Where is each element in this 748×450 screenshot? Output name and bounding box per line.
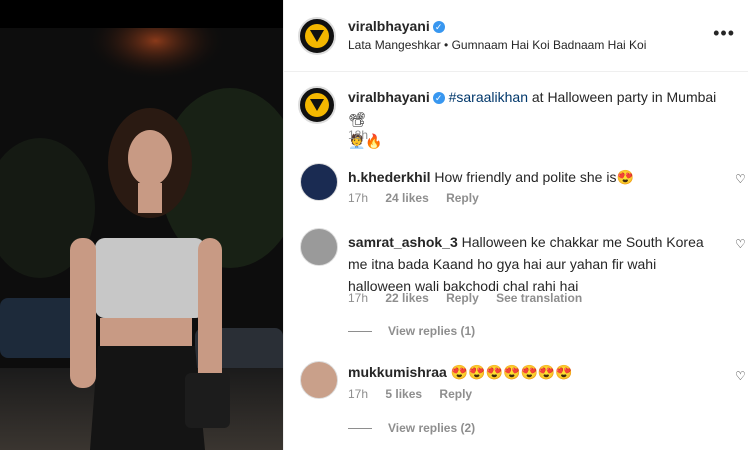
comment-time[interactable]: 17h [348,291,368,305]
instagram-post-view: viralbhayani ✓ Lata Mangeshkar • Gumnaam … [0,0,748,450]
heart-icon[interactable]: ♡ [735,370,747,382]
caption-hashtag[interactable]: #saraalikhan [449,89,528,105]
comment-username[interactable]: samrat_ashok_3 [348,234,458,250]
comment-body: mukkumishraa 😍😍😍😍😍😍😍 [348,361,718,383]
author-avatar[interactable] [298,17,336,55]
heart-icon[interactable]: ♡ [735,173,747,185]
caption-verified-badge-icon: ✓ [432,92,445,105]
caption-username[interactable]: viralbhayani [348,89,430,105]
comment-text: 😍😍😍😍😍😍😍 [450,364,573,380]
post-photo [0,28,283,450]
replies-divider-line [348,331,372,333]
media-top-bar [0,0,283,28]
comment-text: How friendly and polite she is😍 [434,169,634,185]
author-username[interactable]: viralbhayani [348,18,430,34]
comment-meta: 17h 22 likes Reply See translation [348,291,596,305]
replies-divider-line [348,428,372,430]
comment-time[interactable]: 17h [348,191,368,205]
reply-button[interactable]: Reply [439,387,472,401]
comment-username[interactable]: mukkumishraa [348,364,447,380]
caption-author-avatar[interactable] [298,86,336,124]
commenter-avatar[interactable] [300,163,338,201]
view-replies-button[interactable]: View replies (2) [348,421,475,435]
comment-time[interactable]: 17h [348,387,368,401]
comment-meta: 17h 5 likes Reply [348,387,486,401]
caption-text: viralbhayani ✓ #saraalikhan at Halloween … [348,86,728,152]
reply-button[interactable]: Reply [446,291,479,305]
post-sidebar: viralbhayani ✓ Lata Mangeshkar • Gumnaam … [283,0,748,450]
comment-username[interactable]: h.khederkhil [348,169,430,185]
view-replies-label: View replies (1) [388,324,476,338]
post-header: viralbhayani ✓ Lata Mangeshkar • Gumnaam … [284,0,748,72]
reply-button[interactable]: Reply [446,191,479,205]
audio-track[interactable]: Lata Mangeshkar • Gumnaam Hai Koi Badnaa… [348,38,646,52]
view-replies-label: View replies (2) [388,421,476,435]
commenter-avatar[interactable] [300,228,338,266]
comment-likes[interactable]: 24 likes [385,191,428,205]
comment-likes[interactable]: 5 likes [385,387,422,401]
verified-badge-icon: ✓ [432,21,445,34]
post-timestamp[interactable]: 18h [348,128,368,142]
heart-icon[interactable]: ♡ [735,238,747,250]
commenter-avatar[interactable] [300,361,338,399]
comment-body: h.khederkhil How friendly and polite she… [348,166,718,188]
see-translation-button[interactable]: See translation [496,291,582,305]
post-media[interactable] [0,0,283,450]
comment-likes[interactable]: 22 likes [385,291,428,305]
comment-body: samrat_ashok_3 Halloween ke chakkar me S… [348,231,718,297]
comment-meta: 17h 24 likes Reply [348,191,493,205]
author-info: viralbhayani ✓ Lata Mangeshkar • Gumnaam … [348,18,646,52]
view-replies-button[interactable]: View replies (1) [348,324,475,338]
more-options-icon[interactable]: ••• [713,24,735,42]
